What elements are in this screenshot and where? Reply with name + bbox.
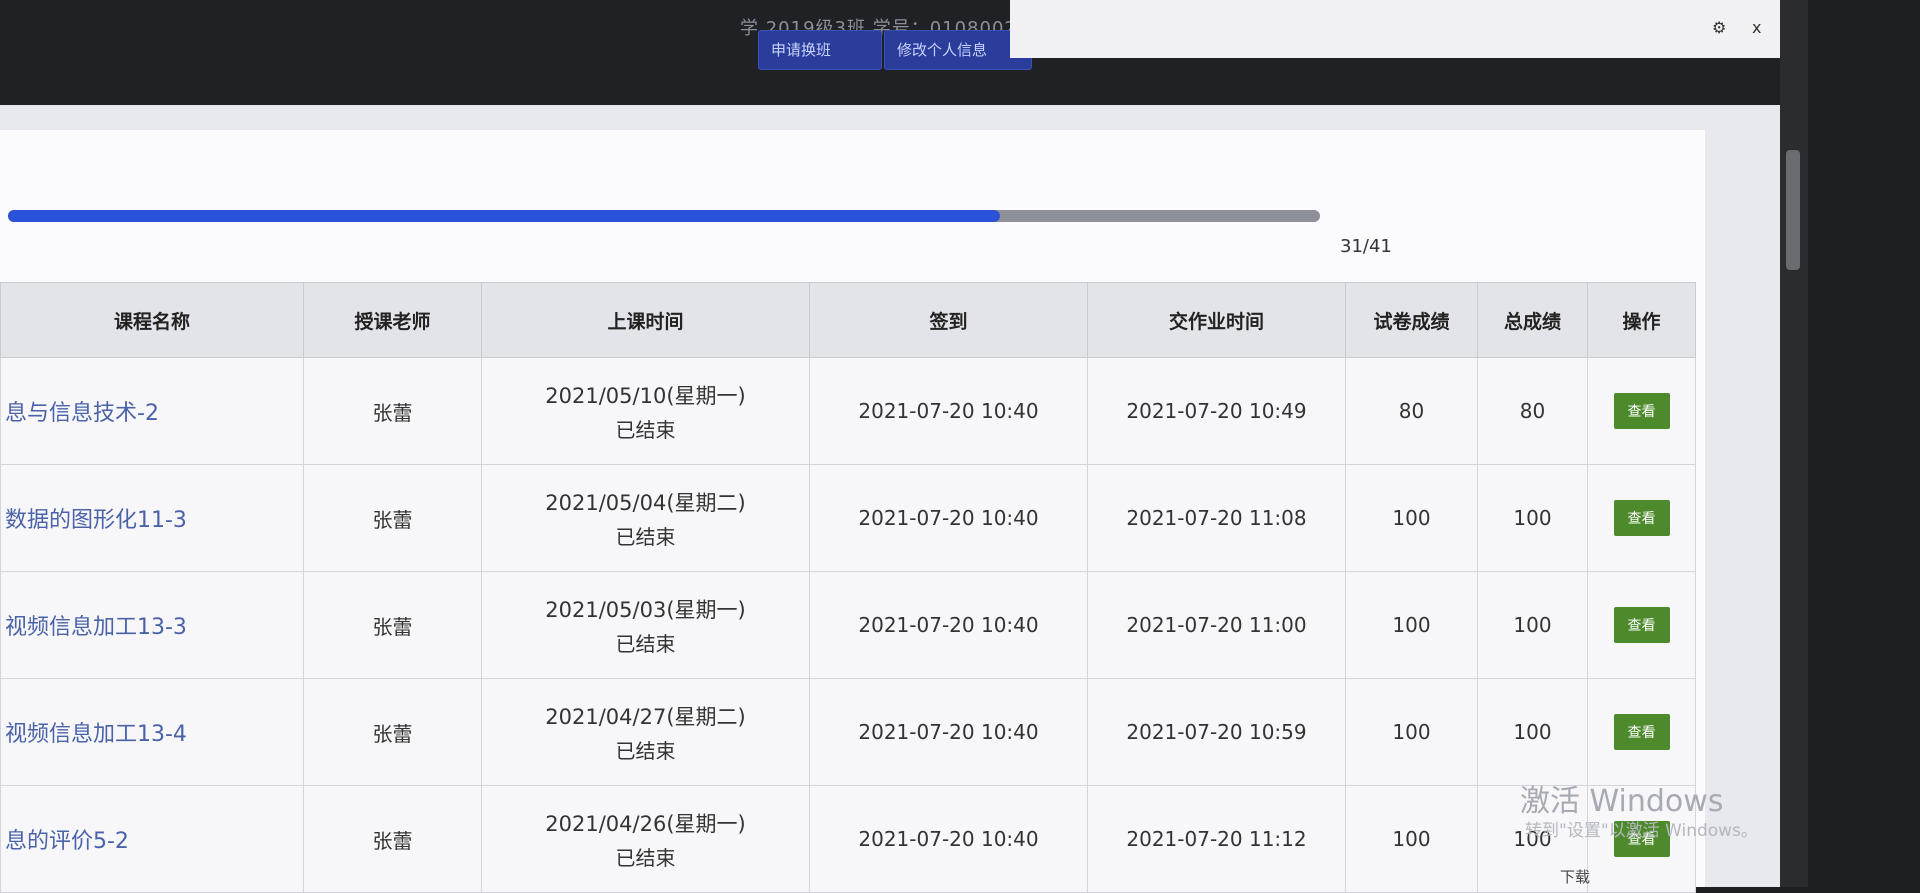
table-row: 息的评价5-2 张蕾 2021/04/26(星期一) 已结束 2021-07-20… — [0, 785, 1696, 893]
view-button[interactable]: 查看 — [1613, 393, 1670, 429]
view-button[interactable]: 查看 — [1613, 500, 1670, 536]
course-name-link[interactable]: 视频信息加工13-3 — [0, 571, 304, 679]
table-header-row: 课程名称 授课老师 上课时间 签到 交作业时间 试卷成绩 总成绩 操作 — [0, 282, 1696, 358]
class-date: 2021/05/10(星期一) — [545, 383, 746, 408]
class-status: 已结束 — [615, 738, 676, 763]
table-row: 息与信息技术-2 张蕾 2021/05/10(星期一) 已结束 2021-07-2… — [0, 357, 1696, 465]
homework-time: 2021-07-20 11:08 — [1087, 464, 1346, 572]
activate-windows-subtitle: 转到"设置"以激活 Windows。 — [1525, 821, 1758, 841]
class-time: 2021/05/10(星期一) 已结束 — [481, 357, 810, 465]
taskbar-download-label[interactable]: 下载 — [1560, 866, 1590, 887]
window-control-bar — [1010, 0, 1780, 58]
class-status: 已结束 — [615, 417, 676, 442]
course-name-link[interactable]: 数据的图形化11-3 — [0, 464, 304, 572]
class-date: 2021/05/03(星期一) — [545, 597, 746, 622]
total-score: 100 — [1477, 678, 1588, 786]
exam-score: 100 — [1345, 464, 1478, 572]
total-score: 80 — [1477, 357, 1588, 465]
action-cell: 查看 — [1587, 357, 1696, 465]
scrollbar[interactable] — [1780, 0, 1808, 887]
total-score: 100 — [1477, 571, 1588, 679]
course-table: 课程名称 授课老师 上课时间 签到 交作业时间 试卷成绩 总成绩 操作 息与信息… — [0, 282, 1696, 893]
class-date: 2021/05/04(星期二) — [545, 490, 746, 515]
teacher-name: 张蕾 — [303, 678, 482, 786]
teacher-name: 张蕾 — [303, 785, 482, 893]
exam-score: 100 — [1345, 785, 1478, 893]
signin-time: 2021-07-20 10:40 — [809, 785, 1088, 893]
table-row: 视频信息加工13-4 张蕾 2021/04/27(星期二) 已结束 2021-07… — [0, 678, 1696, 786]
class-status: 已结束 — [615, 845, 676, 870]
table-row: 数据的图形化11-3 张蕾 2021/05/04(星期二) 已结束 2021-07… — [0, 464, 1696, 572]
homework-time: 2021-07-20 11:12 — [1087, 785, 1346, 893]
view-button[interactable]: 查看 — [1613, 607, 1670, 643]
homework-time: 2021-07-20 11:00 — [1087, 571, 1346, 679]
class-date: 2021/04/26(星期一) — [545, 811, 746, 836]
signin-time: 2021-07-20 10:40 — [809, 357, 1088, 465]
header-action: 操作 — [1587, 282, 1696, 358]
header-signin: 签到 — [809, 282, 1088, 358]
header-course-name: 课程名称 — [0, 282, 304, 358]
homework-time: 2021-07-20 10:59 — [1087, 678, 1346, 786]
class-time: 2021/04/26(星期一) 已结束 — [481, 785, 810, 893]
teacher-name: 张蕾 — [303, 464, 482, 572]
exam-score: 80 — [1345, 357, 1478, 465]
exam-score: 100 — [1345, 678, 1478, 786]
class-time: 2021/04/27(星期二) 已结束 — [481, 678, 810, 786]
course-progress-label: 31/41 — [1340, 236, 1392, 257]
exam-score: 100 — [1345, 571, 1478, 679]
activate-windows-watermark: 激活 Windows — [1520, 784, 1724, 819]
header-class-time: 上课时间 — [481, 282, 810, 358]
class-time: 2021/05/03(星期一) 已结束 — [481, 571, 810, 679]
view-button[interactable]: 查看 — [1613, 714, 1670, 750]
class-date: 2021/04/27(星期二) — [545, 704, 746, 729]
course-progress-fill — [8, 210, 1000, 222]
header-homework-time: 交作业时间 — [1087, 282, 1346, 358]
teacher-name: 张蕾 — [303, 571, 482, 679]
teacher-name: 张蕾 — [303, 357, 482, 465]
scrollbar-thumb[interactable] — [1786, 150, 1800, 270]
class-time: 2021/05/04(星期二) 已结束 — [481, 464, 810, 572]
course-name-link[interactable]: 息的评价5-2 — [0, 785, 304, 893]
header-exam-score: 试卷成绩 — [1345, 282, 1478, 358]
header-total-score: 总成绩 — [1477, 282, 1588, 358]
course-name-link[interactable]: 息与信息技术-2 — [0, 357, 304, 465]
close-icon[interactable]: x — [1752, 18, 1761, 37]
apply-transfer-button[interactable]: 申请换班 — [758, 30, 882, 70]
course-name-link[interactable]: 视频信息加工13-4 — [0, 678, 304, 786]
table-row: 视频信息加工13-3 张蕾 2021/05/03(星期一) 已结束 2021-07… — [0, 571, 1696, 679]
signin-time: 2021-07-20 10:40 — [809, 571, 1088, 679]
homework-time: 2021-07-20 10:49 — [1087, 357, 1346, 465]
action-cell: 查看 — [1587, 464, 1696, 572]
class-status: 已结束 — [615, 524, 676, 549]
gear-icon[interactable]: ⚙ — [1712, 18, 1726, 37]
header-teacher: 授课老师 — [303, 282, 482, 358]
course-progress-bar — [8, 210, 1320, 222]
action-cell: 查看 — [1587, 571, 1696, 679]
class-status: 已结束 — [615, 631, 676, 656]
signin-time: 2021-07-20 10:40 — [809, 464, 1088, 572]
action-cell: 查看 — [1587, 678, 1696, 786]
total-score: 100 — [1477, 464, 1588, 572]
signin-time: 2021-07-20 10:40 — [809, 678, 1088, 786]
